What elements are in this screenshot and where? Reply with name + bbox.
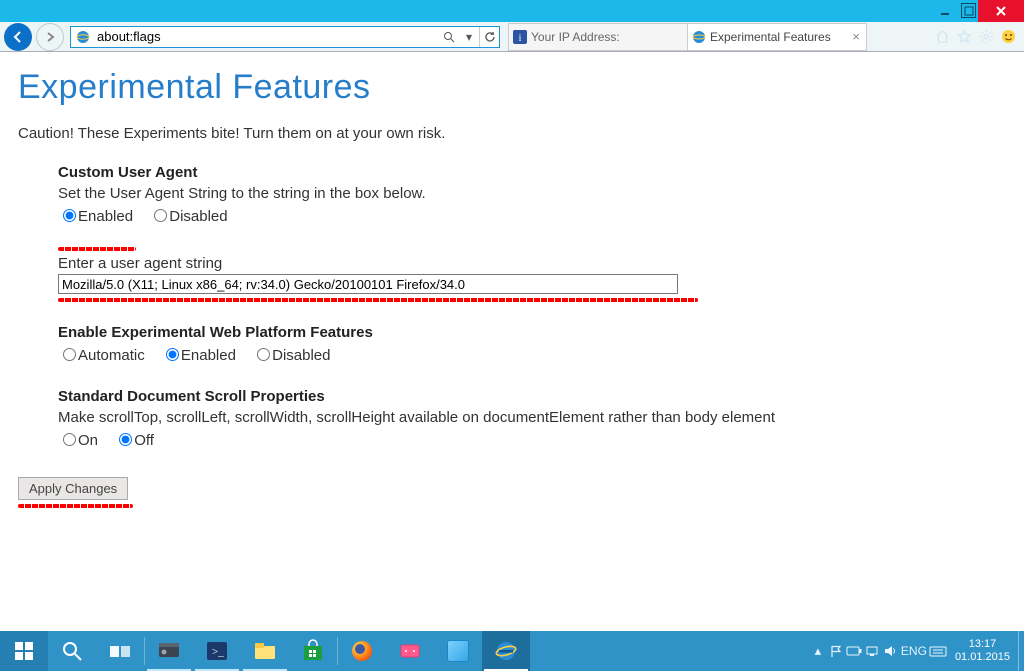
scroll-off-option[interactable]: Off — [114, 432, 154, 449]
tab-label: Your IP Address: — [531, 30, 620, 44]
tray-network-icon[interactable] — [863, 631, 881, 671]
section-custom-user-agent: Custom User Agent Set the User Agent Str… — [58, 164, 1006, 225]
task-view-button[interactable] — [96, 631, 144, 671]
section-title: Standard Document Scroll Properties — [58, 388, 1006, 405]
ua-disabled-option[interactable]: Disabled — [149, 208, 227, 225]
scroll-on-radio[interactable] — [63, 433, 76, 446]
svg-text:>_: >_ — [212, 646, 224, 658]
section-title: Custom User Agent — [58, 164, 1006, 181]
address-bar[interactable]: ▾ — [70, 26, 500, 48]
section-desc: Set the User Agent String to the string … — [58, 185, 1006, 202]
favorites-star-icon[interactable] — [956, 29, 972, 45]
wp-auto-radio[interactable] — [63, 348, 76, 361]
annotation-underline — [58, 298, 698, 302]
system-tray: ▴ ENG 13:17 01.01.2015 — [809, 631, 1024, 671]
section-desc: Make scrollTop, scrollLeft, scrollWidth,… — [58, 409, 1006, 426]
scroll-on-option[interactable]: On — [58, 432, 102, 449]
taskbar-item-server-manager[interactable] — [145, 631, 193, 671]
tray-volume-icon[interactable] — [881, 631, 899, 671]
annotation-underline — [58, 247, 136, 251]
section-scroll-properties: Standard Document Scroll Properties Make… — [58, 388, 1006, 449]
taskbar-item-explorer[interactable] — [241, 631, 289, 671]
taskbar-item-firefox[interactable] — [338, 631, 386, 671]
tray-clock[interactable]: 13:17 01.01.2015 — [947, 634, 1018, 668]
wp-disabled-option[interactable]: Disabled — [252, 347, 330, 364]
tools-gear-icon[interactable] — [978, 29, 994, 45]
home-icon[interactable] — [934, 29, 950, 45]
tab-label: Experimental Features — [710, 30, 831, 44]
smiley-icon[interactable] — [1000, 29, 1016, 45]
ie-site-icon — [75, 29, 91, 45]
tray-battery-icon[interactable] — [845, 631, 863, 671]
taskbar: >_ ▴ ENG — [0, 631, 1024, 671]
wp-enabled-radio[interactable] — [166, 348, 179, 361]
minimize-button[interactable] — [931, 0, 959, 22]
show-desktop-button[interactable] — [1018, 631, 1024, 671]
dropdown-chevron-icon[interactable]: ▾ — [459, 27, 479, 47]
ua-enabled-radio[interactable] — [63, 209, 76, 222]
browser-command-icons — [926, 29, 1024, 45]
tray-keyboard-icon[interactable] — [929, 631, 947, 671]
taskbar-item-powershell[interactable]: >_ — [193, 631, 241, 671]
ie-e-icon — [692, 30, 706, 44]
tab-experimental-features[interactable]: Experimental Features × — [687, 23, 867, 51]
caution-text: Caution! These Experiments bite! Turn th… — [18, 125, 1006, 142]
window-titlebar — [0, 0, 1024, 22]
apply-changes-button[interactable]: Apply Changes — [18, 477, 128, 500]
clock-date: 01.01.2015 — [955, 651, 1010, 664]
refresh-icon[interactable] — [479, 27, 499, 47]
tray-overflow-chevron-icon[interactable]: ▴ — [809, 631, 827, 671]
page-content: Experimental Features Caution! These Exp… — [0, 52, 1024, 631]
ua-disabled-radio[interactable] — [154, 209, 167, 222]
taskbar-item-generic[interactable] — [434, 631, 482, 671]
ua-enabled-option[interactable]: Enabled — [58, 208, 137, 225]
info-icon: i — [513, 30, 527, 44]
taskbar-item-kitty[interactable] — [386, 631, 434, 671]
svg-text:i: i — [519, 33, 522, 44]
close-button[interactable] — [978, 0, 1024, 22]
clock-time: 13:17 — [955, 638, 1010, 651]
address-input[interactable] — [95, 27, 439, 47]
scroll-off-radio[interactable] — [119, 433, 132, 446]
tray-flag-icon[interactable] — [827, 631, 845, 671]
ua-prompt: Enter a user agent string — [58, 255, 1006, 272]
taskbar-search-button[interactable] — [48, 631, 96, 671]
section-web-platform: Enable Experimental Web Platform Feature… — [58, 324, 1006, 364]
page-heading: Experimental Features — [18, 68, 1006, 107]
taskbar-item-internet-explorer[interactable] — [482, 631, 530, 671]
taskbar-item-store[interactable] — [289, 631, 337, 671]
search-split-icon[interactable] — [439, 27, 459, 47]
browser-chrome-toolbar: ▾ i Your IP Address: Experimental Featur… — [0, 22, 1024, 52]
tab-strip: i Your IP Address: Experimental Features… — [508, 23, 926, 51]
start-button[interactable] — [0, 631, 48, 671]
user-agent-input[interactable] — [58, 274, 678, 294]
tab-ip-address[interactable]: i Your IP Address: — [508, 23, 688, 51]
nav-forward-button[interactable] — [36, 23, 64, 51]
wp-auto-option[interactable]: Automatic — [58, 347, 149, 364]
maximize-button[interactable] — [961, 3, 976, 18]
tray-language[interactable]: ENG — [899, 631, 929, 671]
wp-disabled-radio[interactable] — [257, 348, 270, 361]
section-title: Enable Experimental Web Platform Feature… — [58, 324, 1006, 341]
nav-back-button[interactable] — [4, 23, 32, 51]
annotation-underline — [18, 504, 133, 508]
wp-enabled-option[interactable]: Enabled — [161, 347, 240, 364]
close-tab-icon[interactable]: × — [852, 29, 860, 44]
